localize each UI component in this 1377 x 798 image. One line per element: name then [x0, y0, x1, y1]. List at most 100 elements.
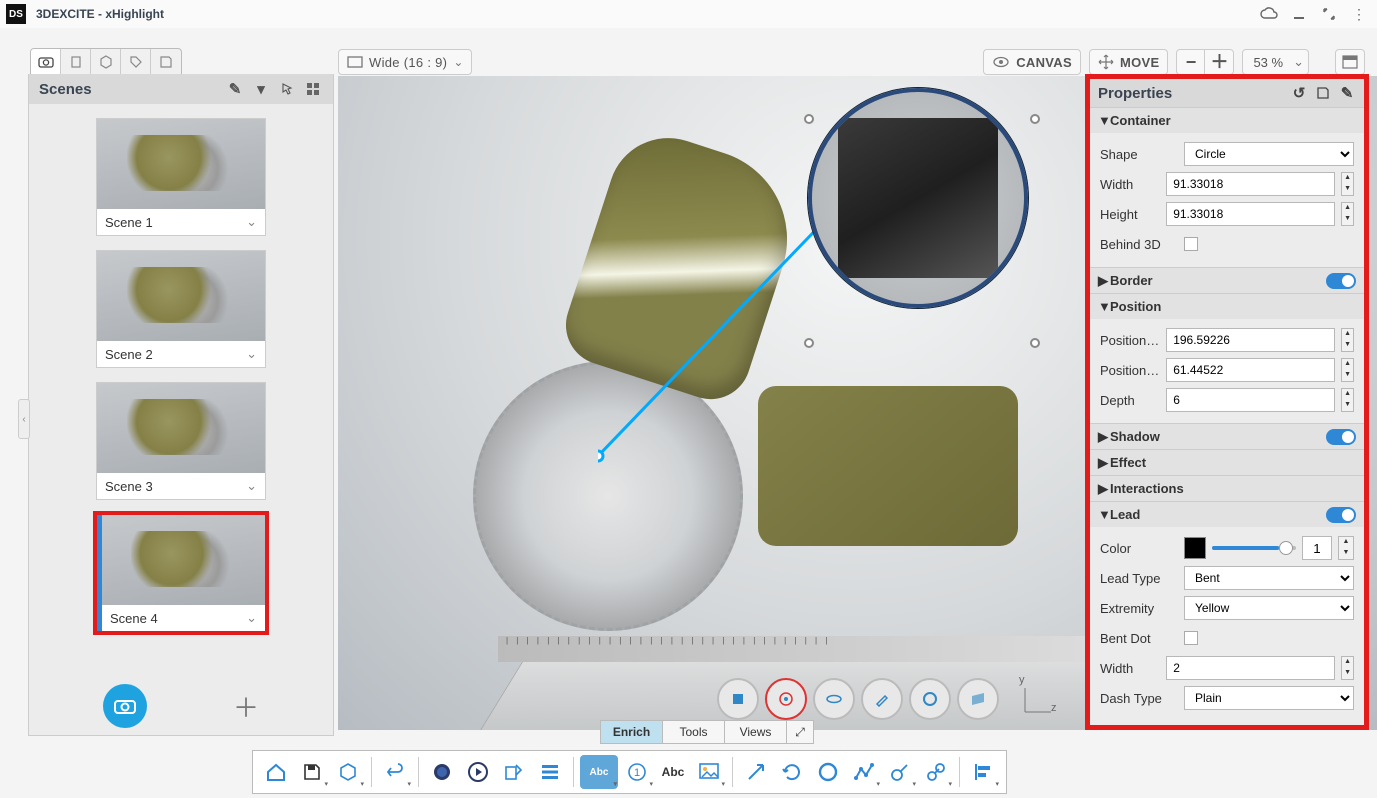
shadow-toggle[interactable] — [1326, 429, 1356, 445]
width-spinner[interactable]: ▲▼ — [1341, 172, 1354, 196]
chevron-down-icon[interactable]: ⌄ — [246, 346, 257, 362]
save-button[interactable] — [295, 755, 329, 789]
view-tool-rotate[interactable] — [813, 678, 855, 720]
home-button[interactable] — [259, 755, 293, 789]
leadtype-select[interactable]: Bent — [1184, 566, 1354, 590]
chevron-down-icon[interactable]: ⌄ — [246, 214, 257, 230]
section-container[interactable]: ▼Container — [1090, 107, 1364, 133]
cube-tab[interactable] — [91, 49, 121, 75]
lead-toggle[interactable] — [1326, 507, 1356, 523]
section-border[interactable]: ▶Border — [1090, 267, 1364, 293]
zoom-in-button[interactable]: ＋ — [1205, 50, 1233, 74]
maximize-button[interactable] — [1317, 2, 1341, 26]
scene-dropdown-icon[interactable]: ▾ — [251, 79, 271, 99]
chevron-down-icon[interactable]: ⌄ — [246, 478, 257, 494]
scene-item[interactable]: Scene 3⌄ — [96, 382, 266, 500]
section-lead[interactable]: ▼Lead — [1090, 501, 1364, 527]
zoom-controls[interactable]: − ＋ — [1176, 49, 1234, 75]
package-button[interactable] — [331, 755, 365, 789]
scene-item[interactable]: Scene 1⌄ — [96, 118, 266, 236]
brush-icon[interactable]: ✎ — [1338, 84, 1356, 102]
arrow-button[interactable] — [739, 755, 773, 789]
view-tool-circle[interactable] — [909, 678, 951, 720]
picture-button[interactable] — [692, 755, 726, 789]
abc-text-button[interactable]: Abc — [656, 755, 690, 789]
mode-tab-enrich[interactable]: Enrich — [601, 721, 663, 743]
list-button[interactable] — [533, 755, 567, 789]
scene-item-selected[interactable]: Scene 4⌄ — [96, 514, 266, 632]
grid-icon[interactable] — [303, 79, 323, 99]
canvas-mode[interactable]: CANVAS — [983, 49, 1081, 75]
container-width-input[interactable] — [1166, 172, 1335, 196]
rotate-button[interactable] — [775, 755, 809, 789]
posx-spinner[interactable]: ▲▼ — [1341, 328, 1354, 352]
aspect-selector[interactable]: Wide (16 : 9) ⌄ — [338, 49, 472, 75]
scene-edit-icon[interactable]: ✎ — [225, 79, 245, 99]
number-button[interactable]: 1 — [620, 755, 654, 789]
save-icon[interactable] — [1314, 84, 1332, 102]
annot-button[interactable] — [883, 755, 917, 789]
circle-button[interactable] — [811, 755, 845, 789]
capture-scene-button[interactable] — [103, 684, 147, 728]
posy-spinner[interactable]: ▲▼ — [1341, 358, 1354, 382]
section-position[interactable]: ▼Position — [1090, 293, 1364, 319]
section-effect[interactable]: ▶Effect — [1090, 449, 1364, 475]
view-tool-edit[interactable] — [861, 678, 903, 720]
align-button[interactable] — [966, 755, 1000, 789]
bentdot-checkbox[interactable] — [1184, 631, 1198, 645]
posx-input[interactable] — [1166, 328, 1335, 352]
link-button[interactable] — [919, 755, 953, 789]
view-tool-orbit[interactable] — [765, 678, 807, 720]
cloud-icon[interactable] — [1257, 2, 1281, 26]
render-button[interactable] — [425, 755, 459, 789]
polyline-button[interactable] — [847, 755, 881, 789]
cursor-icon[interactable] — [277, 79, 297, 99]
zoom-percent[interactable]: 53 % ⌄ — [1242, 49, 1309, 75]
shape-select[interactable]: Circle — [1184, 142, 1354, 166]
undo-button[interactable] — [378, 755, 412, 789]
mode-tab-expand[interactable]: ⤢ — [787, 721, 813, 743]
posy-input[interactable] — [1166, 358, 1335, 382]
reset-icon[interactable]: ↺ — [1290, 84, 1308, 102]
save-tab[interactable] — [151, 49, 181, 75]
depth-input[interactable] — [1166, 388, 1335, 412]
depth-spinner[interactable]: ▲▼ — [1341, 388, 1354, 412]
view-tool-square[interactable] — [717, 678, 759, 720]
clipboard-tab[interactable] — [61, 49, 91, 75]
panel-toggle-button[interactable] — [1335, 49, 1365, 75]
dash-label: Dash Type — [1100, 691, 1178, 706]
height-spinner[interactable]: ▲▼ — [1341, 202, 1354, 226]
mode-tab-views[interactable]: Views — [725, 721, 787, 743]
export-button[interactable] — [497, 755, 531, 789]
minimize-button[interactable] — [1287, 2, 1311, 26]
scene-thumbnail — [97, 383, 265, 473]
opacity-spinner[interactable]: ▲▼ — [1338, 536, 1354, 560]
collapse-handle[interactable]: ‹ — [18, 399, 30, 439]
lead-color-swatch[interactable] — [1184, 537, 1206, 559]
lead-opacity-input[interactable] — [1302, 536, 1332, 560]
border-toggle[interactable] — [1326, 273, 1356, 289]
chevron-down-icon[interactable]: ⌄ — [246, 610, 257, 626]
move-mode[interactable]: MOVE — [1089, 49, 1168, 75]
add-scene-button[interactable]: ＋ — [233, 688, 259, 725]
tag-tab[interactable] — [121, 49, 151, 75]
lead-width-input[interactable] — [1166, 656, 1335, 680]
abc-badge-button[interactable]: Abc — [580, 755, 618, 789]
more-button[interactable]: ⋮ — [1347, 2, 1371, 26]
mode-tab-tools[interactable]: Tools — [663, 721, 725, 743]
container-height-input[interactable] — [1166, 202, 1335, 226]
section-interactions[interactable]: ▶Interactions — [1090, 475, 1364, 501]
extremity-select[interactable]: Yellow — [1184, 596, 1354, 620]
view-tool-plane[interactable] — [957, 678, 999, 720]
camera-tab[interactable] — [31, 49, 61, 75]
behind3d-checkbox[interactable] — [1184, 237, 1198, 251]
play-button[interactable] — [461, 755, 495, 789]
scene-label: Scene 2 — [105, 347, 153, 362]
section-shadow[interactable]: ▶Shadow — [1090, 423, 1364, 449]
dash-select[interactable]: Plain — [1184, 686, 1354, 710]
scene-item[interactable]: Scene 2 ⌄ — [96, 250, 266, 368]
lead-width-spinner[interactable]: ▲▼ — [1341, 656, 1354, 680]
lead-opacity-slider[interactable] — [1212, 546, 1296, 550]
callout-circle[interactable] — [808, 88, 1028, 308]
zoom-out-button[interactable]: − — [1177, 50, 1205, 74]
